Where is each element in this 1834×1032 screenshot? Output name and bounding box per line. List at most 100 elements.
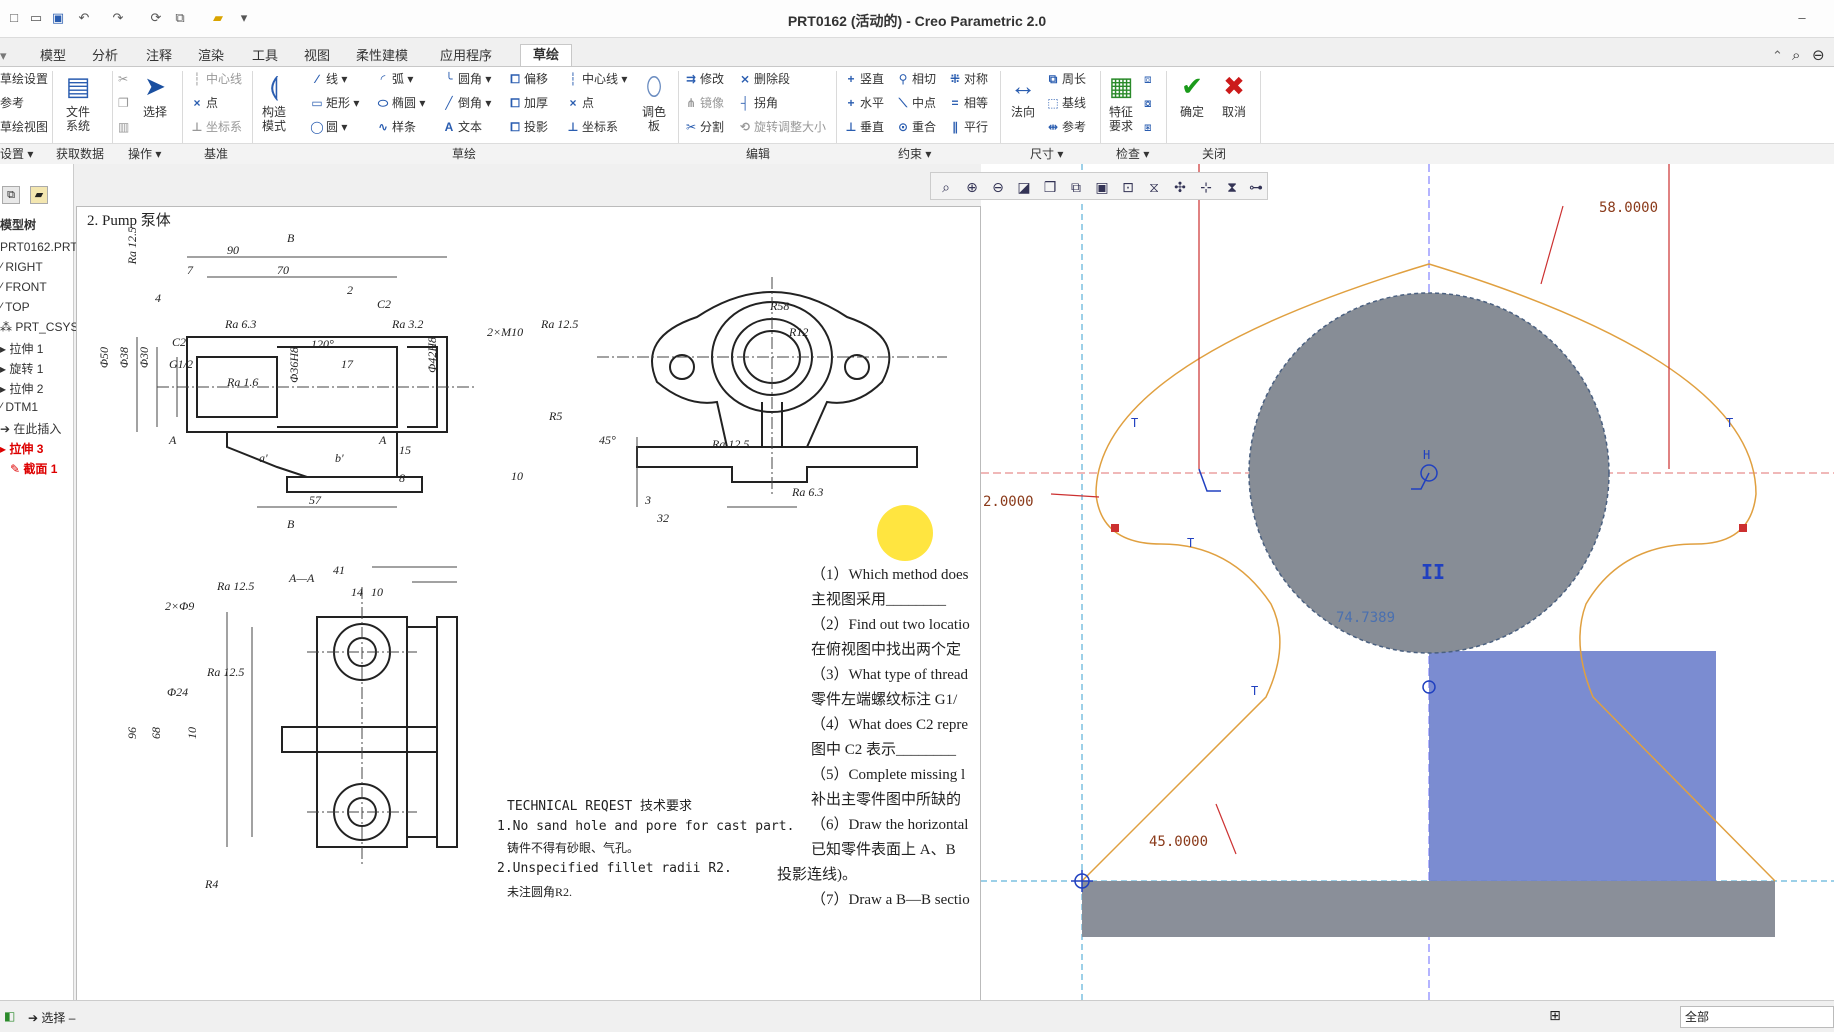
model-tree-tab-icon[interactable]: ⧉ xyxy=(2,186,20,204)
group-dimension-label[interactable]: 尺寸 ▾ xyxy=(1030,146,1063,162)
tree-item-section-1[interactable]: ✎ 截面 1 xyxy=(10,460,57,477)
horizontal-constraint-button[interactable]: + 水平 xyxy=(844,95,884,111)
ellipse-button[interactable]: ⬭ 椭圆 ▾ xyxy=(376,95,426,111)
text-button[interactable]: A 文本 xyxy=(442,119,482,135)
sketch-dim-74[interactable]: 74.7389 xyxy=(1336,610,1395,626)
file-menu-arrow-icon[interactable]: ▾ xyxy=(0,46,7,66)
copy-icon[interactable]: ❐ xyxy=(118,95,129,111)
sketch-setup-button[interactable]: 草绘设置 xyxy=(0,71,48,87)
tab-applications[interactable]: 应用程序 xyxy=(440,46,492,66)
cancel-button[interactable]: ✖ 取消 xyxy=(1214,71,1254,119)
ok-button[interactable]: ✔ 确定 xyxy=(1172,71,1212,119)
line-button[interactable]: ∕ 线 ▾ xyxy=(310,71,347,87)
delete-segment-button[interactable]: ⨯ 删除段 xyxy=(738,71,790,87)
chamfer-button[interactable]: ╱ 倒角 ▾ xyxy=(442,95,491,111)
group-operations-label[interactable]: 操作 ▾ xyxy=(128,146,161,162)
coincident-constraint-button[interactable]: ⊙ 重合 xyxy=(896,119,936,135)
sketch-point-button[interactable]: × 点 xyxy=(566,95,594,111)
symmetric-constraint-button[interactable]: ⁜ 对称 xyxy=(948,71,988,87)
selection-filter-dropdown[interactable]: 全部 xyxy=(1680,1006,1834,1028)
datum-point-button[interactable]: × 点 xyxy=(190,95,218,111)
rectangle-button[interactable]: ▭ 矩形 ▾ xyxy=(310,95,359,111)
references-button[interactable]: 参考 xyxy=(0,95,24,111)
datum-centerline-button[interactable]: ┆ 中心线 xyxy=(190,71,242,87)
constraint-display-icon[interactable]: ⊶ xyxy=(1245,176,1267,198)
sketch-view-icon[interactable]: ⊡ xyxy=(1117,176,1139,198)
tab-analysis[interactable]: 分析 xyxy=(92,46,118,66)
spin-center-icon[interactable]: ⊹ xyxy=(1195,176,1217,198)
spline-button[interactable]: ∿ 样条 xyxy=(376,119,416,135)
mirror-button[interactable]: ⋔ 镜像 xyxy=(684,95,724,111)
project-button[interactable]: ⧠ 投影 xyxy=(508,119,548,135)
offset-button[interactable]: ⧠ 偏移 xyxy=(508,71,548,87)
tab-view[interactable]: 视图 xyxy=(304,46,330,66)
tree-item-front[interactable]: ⁄ FRONT xyxy=(0,280,47,294)
arc-button[interactable]: ◜ 弧 ▾ xyxy=(376,71,414,87)
tab-model[interactable]: 模型 xyxy=(40,46,66,66)
reference-dimension-button[interactable]: ⇹ 参考 xyxy=(1046,119,1086,135)
tree-item-part[interactable]: PRT0162.PRT xyxy=(0,240,78,254)
group-constrain-label[interactable]: 约束 ▾ xyxy=(898,146,931,162)
tree-item-extrude-2[interactable]: ▸ 拉伸 2 xyxy=(0,380,43,397)
minimize-icon[interactable]: – xyxy=(1794,10,1810,26)
paste-icon[interactable]: ▥ xyxy=(118,119,129,135)
datum-csys-button[interactable]: ⊥ 坐标系 xyxy=(190,119,243,135)
rotate-resize-button[interactable]: ⟲ 旋转调整大小 xyxy=(738,119,826,135)
tangent-constraint-button[interactable]: ⚲ 相切 xyxy=(896,71,936,87)
cut-icon[interactable]: ✂ xyxy=(118,71,128,87)
tree-item-revolve-1[interactable]: ▸ 旋转 1 xyxy=(0,360,43,377)
feature-requirements-button[interactable]: ▦ 特征要求 xyxy=(1104,71,1138,133)
vertical-constraint-button[interactable]: + 竖直 xyxy=(844,71,884,87)
equal-constraint-button[interactable]: = 相等 xyxy=(948,95,988,111)
selection-filter-shortcut[interactable]: ➔ 选择 – xyxy=(28,1009,75,1026)
tab-annotate[interactable]: 注释 xyxy=(146,46,172,66)
sketch-view-button[interactable]: 草绘视图 xyxy=(0,119,48,135)
search-icon[interactable]: ⌕ xyxy=(1792,46,1800,66)
tab-flexible-modeling[interactable]: 柔性建模 xyxy=(356,46,408,66)
select-button[interactable]: ➤ 选择 xyxy=(138,71,172,119)
ribbon-collapse-icon[interactable]: ⌃ xyxy=(1772,46,1783,66)
repaint-icon[interactable]: ◪ xyxy=(1013,176,1035,198)
sketch-centerline-button[interactable]: ┆ 中心线 ▾ xyxy=(566,71,627,87)
perimeter-button[interactable]: ⧉ 周长 xyxy=(1046,71,1086,87)
view-manager-icon[interactable]: ▣ xyxy=(1091,176,1113,198)
folder-browser-tab-icon[interactable]: ▰ xyxy=(30,186,48,204)
tree-item-extrude-1[interactable]: ▸ 拉伸 1 xyxy=(0,340,43,357)
refit-icon[interactable]: ⌕ xyxy=(935,176,957,198)
sketcher-display-filters-icon[interactable]: ⧗ xyxy=(1221,176,1243,198)
normal-dimension-button[interactable]: ↔ 法向 xyxy=(1004,71,1042,119)
sketch-csys-button[interactable]: ⊥ 坐标系 xyxy=(566,119,619,135)
baseline-button[interactable]: ⬚ 基线 xyxy=(1046,95,1086,111)
tab-render[interactable]: 渲染 xyxy=(198,46,224,66)
sketch-graphics-area[interactable]: 58.0000 2.0000 74.7389 45.0000 H T T T T… xyxy=(981,164,1834,1000)
divide-button[interactable]: ✂ 分割 xyxy=(684,119,724,135)
tree-item-extrude-3[interactable]: ▸ 拉伸 3 xyxy=(0,440,43,457)
group-setup-label[interactable]: 设置 ▾ xyxy=(0,146,33,162)
file-system-button[interactable]: ▤ 文件系统 xyxy=(60,71,96,133)
tree-item-top[interactable]: ⁄ TOP xyxy=(0,300,30,314)
highlight-open-ends-icon[interactable]: ⧇ xyxy=(1144,95,1152,111)
shade-closed-loops-icon[interactable]: ⧆ xyxy=(1144,119,1152,135)
tab-tools[interactable]: 工具 xyxy=(252,46,278,66)
group-inspect-label[interactable]: 检查 ▾ xyxy=(1116,146,1149,162)
circle-button[interactable]: ◯ 圆 ▾ xyxy=(310,119,347,135)
zoom-out-icon[interactable]: ⊖ xyxy=(987,176,1009,198)
sketch-dim-45[interactable]: 45.0000 xyxy=(1149,834,1208,850)
overlapping-geometry-icon[interactable]: ⧈ xyxy=(1144,71,1152,87)
tree-item-dtm1[interactable]: ⁄ DTM1 xyxy=(0,400,38,414)
tab-sketch[interactable]: 草绘 xyxy=(520,44,573,66)
annotation-display-icon[interactable]: ✣ xyxy=(1169,176,1191,198)
modify-button[interactable]: ⇉ 修改 xyxy=(684,71,724,87)
sketch-dim-58[interactable]: 58.0000 xyxy=(1599,200,1658,216)
parallel-constraint-button[interactable]: ∥ 平行 xyxy=(948,119,988,135)
corner-button[interactable]: ┤ 拐角 xyxy=(738,95,778,111)
zoom-in-icon[interactable]: ⊕ xyxy=(961,176,983,198)
display-style-icon[interactable]: ❒ xyxy=(1039,176,1061,198)
datum-display-icon[interactable]: ⧖ xyxy=(1143,176,1165,198)
construction-mode-button[interactable]: ⟬ 构造模式 xyxy=(256,71,292,133)
sketch-dim-2[interactable]: 2.0000 xyxy=(983,494,1034,510)
fillet-button[interactable]: ╰ 圆角 ▾ xyxy=(442,71,491,87)
palette-button[interactable]: ⬯ 调色板 xyxy=(636,71,672,133)
tree-item-insert-here[interactable]: ➔ 在此插入 xyxy=(0,420,61,437)
help-icon[interactable]: ⊖ xyxy=(1812,46,1825,66)
